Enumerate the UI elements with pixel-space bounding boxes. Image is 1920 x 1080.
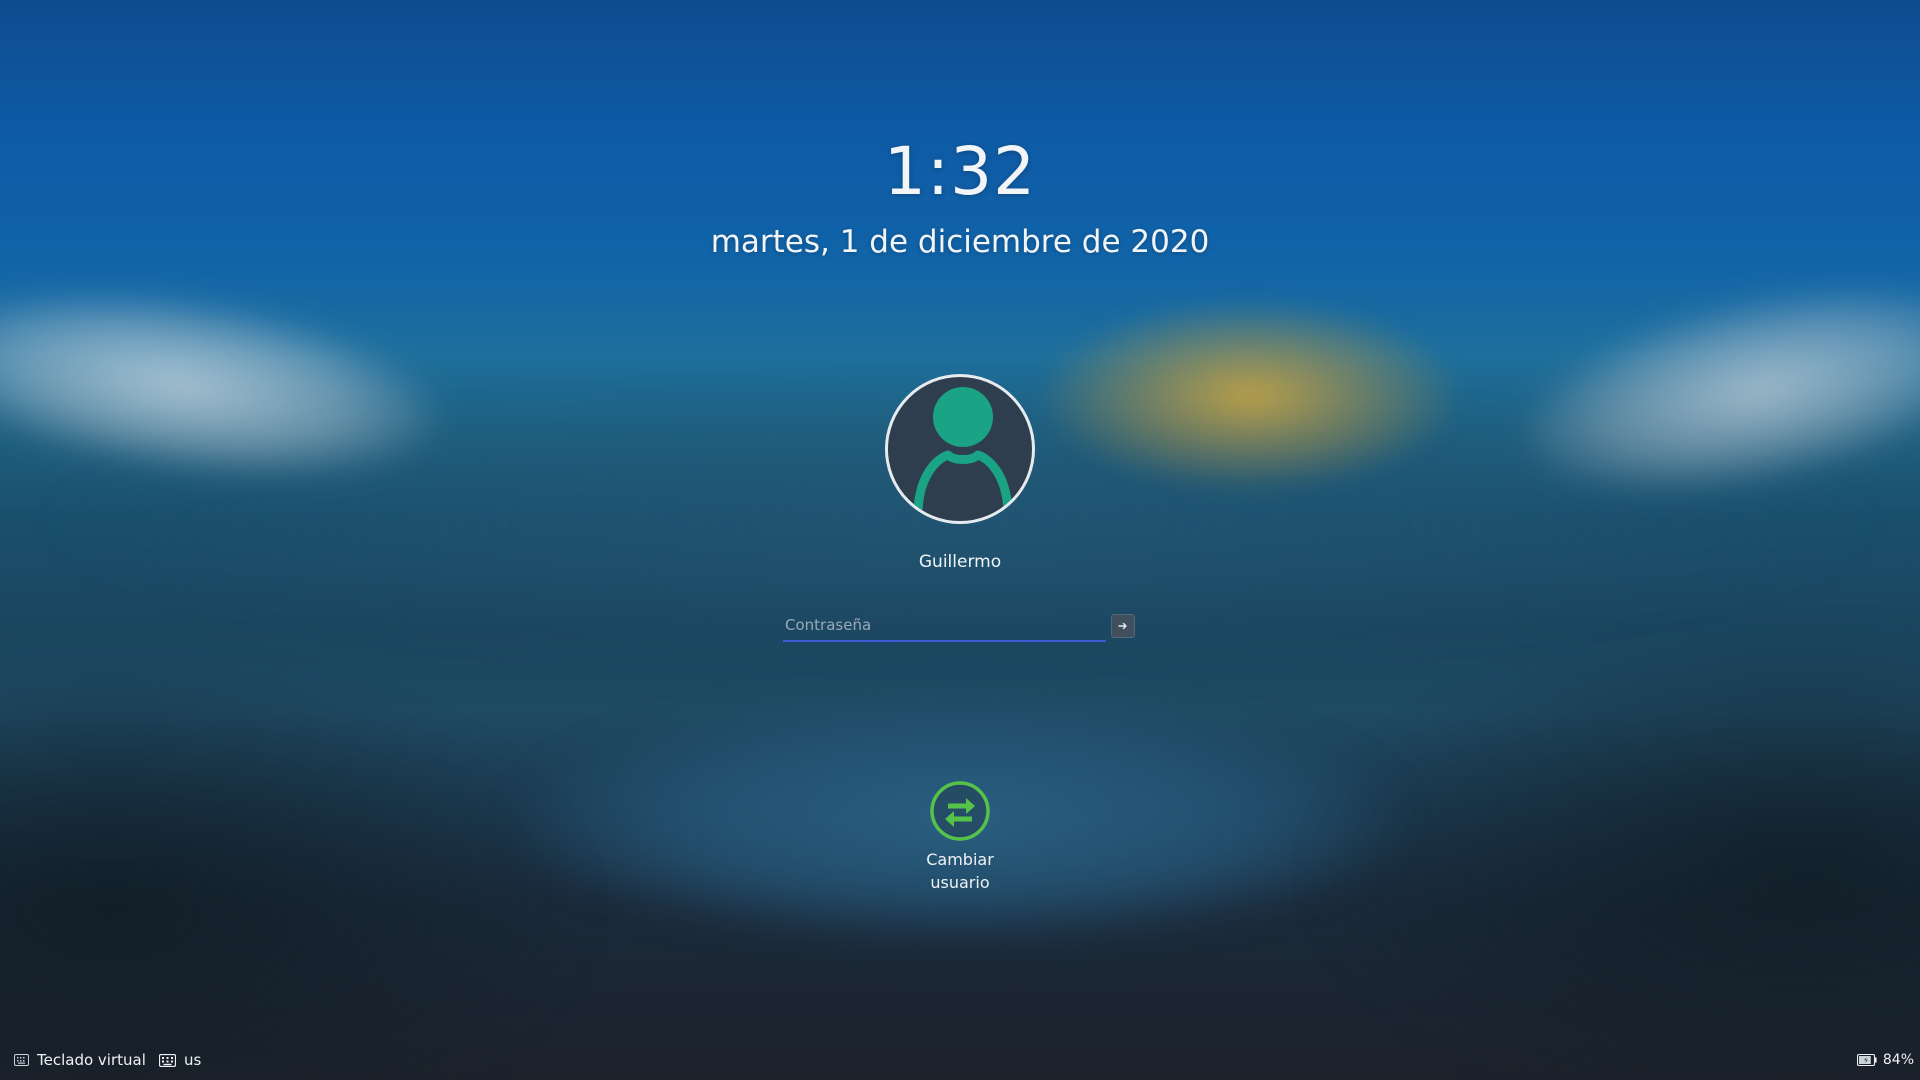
battery-indicator: 84% xyxy=(1856,1050,1914,1070)
battery-charging-icon xyxy=(1856,1054,1877,1066)
arrow-right-icon xyxy=(1118,622,1127,630)
password-input[interactable] xyxy=(783,612,1106,638)
switch-user-label: Cambiar usuario xyxy=(926,850,994,892)
user-avatar[interactable] xyxy=(885,374,1035,524)
user-name: Guillermo xyxy=(918,552,1002,572)
background-sun xyxy=(1040,300,1460,490)
keyboard-layout-label: us xyxy=(184,1051,202,1069)
bottom-bar: Teclado virtual us 84% xyxy=(0,1040,1920,1080)
virtual-keyboard-label: Teclado virtual xyxy=(37,1051,146,1069)
lock-screen: 1:32 martes, 1 de diciembre de 2020 Guil… xyxy=(0,0,1920,1080)
keyboard-layout-button[interactable]: us xyxy=(159,1050,201,1070)
background-trees-right xyxy=(1300,620,1920,1080)
background-cloud-left xyxy=(0,264,450,506)
login-button[interactable] xyxy=(1111,614,1135,638)
virtual-keyboard-button[interactable]: Teclado virtual xyxy=(14,1050,146,1070)
switch-user-icon xyxy=(929,780,991,842)
clock-time: 1:32 xyxy=(883,133,1037,210)
battery-label: 84% xyxy=(1882,1052,1914,1068)
keyboard-icon xyxy=(159,1053,176,1067)
background-cloud-right xyxy=(1506,252,1920,528)
user-avatar-icon xyxy=(913,387,1013,516)
background-trees-left xyxy=(0,650,600,1080)
switch-user-button[interactable]: Cambiar usuario xyxy=(900,780,1020,894)
clock-date: martes, 1 de diciembre de 2020 xyxy=(710,224,1210,260)
keyboard-icon xyxy=(14,1054,29,1066)
password-field xyxy=(783,612,1106,642)
